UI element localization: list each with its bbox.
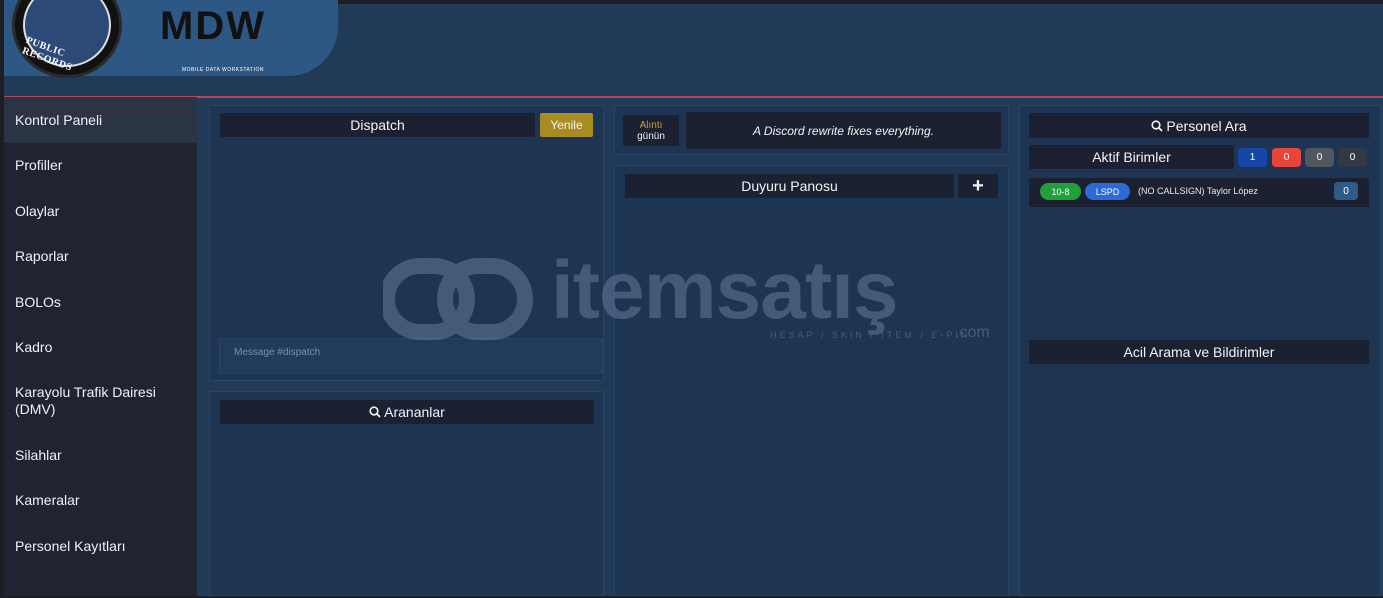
- personnel-search-title: Personel Ara: [1166, 117, 1247, 134]
- unit-count-badge: 0: [1272, 148, 1301, 167]
- quote-label: Alıntı günün: [623, 115, 679, 146]
- emergency-calls-header: Acil Arama ve Bildirimler: [1029, 340, 1369, 364]
- sidebar-item-kontrol-paneli[interactable]: Kontrol Paneli: [4, 97, 197, 143]
- unit-name: (NO CALLSIGN) Taylor López: [1138, 186, 1258, 196]
- bulletin-header: Duyuru Panosu: [625, 174, 954, 198]
- wanted-header: Arananlar: [220, 400, 594, 424]
- active-units-header: Aktif Birimler: [1029, 145, 1234, 169]
- header-divider: [4, 96, 1383, 98]
- sidebar-item-silahlar[interactable]: Silahlar: [4, 432, 197, 478]
- unit-count-badge: 0: [1305, 148, 1334, 167]
- add-bulletin-button[interactable]: +: [958, 174, 998, 198]
- sidebar-item-dmv[interactable]: Karayolu Trafik Dairesi (DMV): [4, 370, 197, 432]
- sidebar-item-kadro[interactable]: Kadro: [4, 325, 197, 371]
- sidebar-item-olaylar[interactable]: Olaylar: [4, 188, 197, 234]
- sidebar-item-bolos[interactable]: BOLOs: [4, 279, 197, 325]
- sidebar-item-label: Karayolu Trafik Dairesi (DMV): [15, 384, 156, 417]
- search-icon: [369, 406, 381, 418]
- app-subtitle: MOBILE DATA WORKSTATION: [182, 67, 264, 73]
- sidebar-item-raporlar[interactable]: Raporlar: [4, 234, 197, 280]
- unit-count-badge: 0: [1334, 182, 1358, 200]
- dispatch-header: Dispatch: [220, 113, 535, 137]
- bulletin-title: Duyuru Panosu: [741, 178, 838, 194]
- unit-department-badge: LSPD: [1085, 183, 1130, 200]
- search-icon: [1151, 119, 1164, 132]
- sidebar-item-label: Olaylar: [15, 202, 60, 219]
- sidebar-item-label: Personel Kayıtları: [15, 537, 126, 554]
- app-title: MDW: [160, 4, 266, 48]
- bulletin-panel: [614, 165, 1009, 596]
- dispatch-title: Dispatch: [350, 117, 405, 133]
- unit-status-badge: 10-8: [1040, 183, 1081, 200]
- sidebar-item-label: Profiller: [15, 157, 63, 174]
- active-units-title: Aktif Birimler: [1092, 149, 1171, 165]
- sidebar-item-label: Kadro: [15, 339, 53, 356]
- sidebar-item-label: Silahlar: [15, 446, 62, 463]
- quote-text: A Discord rewrite fixes everything.: [686, 112, 1001, 149]
- personnel-search-button[interactable]: Personel Ara: [1029, 113, 1369, 138]
- sidebar-item-label: Kameralar: [15, 492, 80, 509]
- quote-label-top: Alıntı: [639, 119, 663, 131]
- refresh-button[interactable]: Yenile: [540, 113, 593, 137]
- emergency-calls-title: Acil Arama ve Bildirimler: [1123, 344, 1275, 360]
- sidebar-item-personel-kayitlari[interactable]: Personel Kayıtları: [4, 523, 197, 569]
- unit-count-badge: 0: [1338, 148, 1367, 167]
- sidebar-item-kameralar[interactable]: Kameralar: [4, 478, 197, 524]
- wanted-title: Arananlar: [384, 404, 445, 420]
- sidebar-item-label: BOLOs: [15, 293, 61, 310]
- sidebar-item-profiller[interactable]: Profiller: [4, 143, 197, 189]
- dispatch-message-input[interactable]: [219, 338, 603, 374]
- sidebar-item-label: Raporlar: [15, 248, 69, 265]
- sidebar: Kontrol Paneli Profiller Olaylar Raporla…: [4, 97, 197, 596]
- unit-count-badge: 1: [1238, 148, 1267, 167]
- sidebar-item-label: Kontrol Paneli: [15, 111, 103, 128]
- quote-label-bottom: günün: [637, 130, 665, 142]
